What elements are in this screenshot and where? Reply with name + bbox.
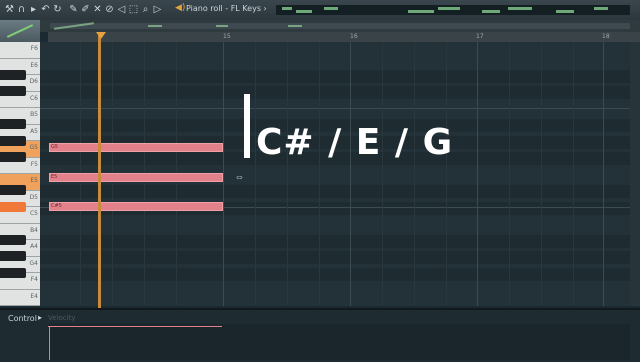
velocity-label: Velocity — [48, 314, 76, 322]
pencil-icon[interactable]: ✎ — [68, 4, 79, 15]
note-c-sharp5[interactable]: C#5 — [49, 202, 223, 211]
ruler-label: 17 — [476, 33, 484, 40]
velocity-lane[interactable] — [48, 324, 630, 360]
piano-keyboard[interactable]: F6 E6 D6 C6 B5 A5 G5 F5 E5 D5 C5 B4 A4 G… — [0, 42, 40, 306]
control-label[interactable]: Control — [8, 314, 37, 323]
control-panel: Control ▸ Velocity — [0, 308, 640, 362]
key-f6[interactable]: F6 — [0, 42, 40, 59]
velocity-level[interactable] — [48, 326, 222, 327]
ruler-label: 16 — [350, 33, 358, 40]
speaker-icon[interactable]: ◀) — [175, 3, 185, 13]
keyboard-corner — [0, 20, 40, 42]
brush-icon[interactable]: ✐ — [80, 4, 91, 15]
playhead-marker[interactable] — [96, 32, 106, 39]
slice-icon[interactable]: ◁ — [116, 4, 127, 15]
key-d-sharp6[interactable] — [0, 69, 26, 80]
key-g-sharp4[interactable] — [0, 251, 26, 261]
note-label: E5 — [51, 174, 58, 180]
note-e5[interactable]: E5 — [49, 173, 223, 182]
ruler-label: 15 — [223, 33, 231, 40]
chord-overlay-label: C# / E / G — [256, 122, 454, 163]
note-label: C#5 — [51, 203, 62, 209]
note-g5[interactable]: G5 — [49, 143, 223, 152]
ruler-label: 18 — [602, 33, 610, 40]
undo-icon[interactable]: ↶ — [40, 4, 51, 15]
delete-icon[interactable]: ✕ — [92, 4, 103, 15]
window-title: Piano roll - FL Keys › — [186, 4, 267, 13]
resize-cursor-icon: ⇔ — [236, 173, 243, 182]
zoom-icon[interactable]: ⌕ — [140, 4, 151, 15]
key-d-sharp5[interactable] — [0, 185, 26, 195]
key-e4[interactable]: E4 — [0, 289, 40, 306]
piano-roll-toolbar: ⚒ ∩ ▸ ↶ ↻ ✎ ✐ ✕ ⊘ ◁ ⬚ ⌕ ▷ ◀) Piano roll … — [0, 0, 640, 21]
key-c-sharp6[interactable] — [0, 86, 26, 96]
key-g-sharp5[interactable] — [0, 135, 26, 146]
playback-icon[interactable]: ▷ — [152, 4, 163, 15]
text-caret — [244, 94, 250, 158]
key-a-sharp4[interactable] — [0, 234, 26, 245]
play-icon[interactable]: ▸ — [28, 4, 39, 15]
note-grid[interactable]: G5 E5 C#5 — [40, 42, 636, 306]
timeline-scroller[interactable] — [0, 20, 640, 32]
control-dropdown-arrow[interactable]: ▸ — [38, 313, 42, 322]
record-icon[interactable]: ↻ — [52, 4, 63, 15]
vertical-scrollbar[interactable] — [630, 42, 640, 306]
pattern-overview[interactable] — [276, 5, 630, 15]
note-label: G5 — [51, 144, 59, 150]
timeline-rail[interactable] — [50, 22, 630, 30]
key-f-sharp5[interactable] — [0, 152, 26, 162]
key-f-sharp4[interactable] — [0, 267, 26, 278]
mute-icon[interactable]: ⊘ — [104, 4, 115, 15]
key-c-sharp5[interactable] — [0, 201, 26, 212]
magnet-icon[interactable]: ∩ — [16, 4, 27, 15]
select-icon[interactable]: ⬚ — [128, 4, 139, 15]
key-a-sharp5[interactable] — [0, 119, 26, 129]
velocity-stem[interactable] — [49, 326, 50, 360]
wrench-icon[interactable]: ⚒ — [4, 4, 15, 15]
